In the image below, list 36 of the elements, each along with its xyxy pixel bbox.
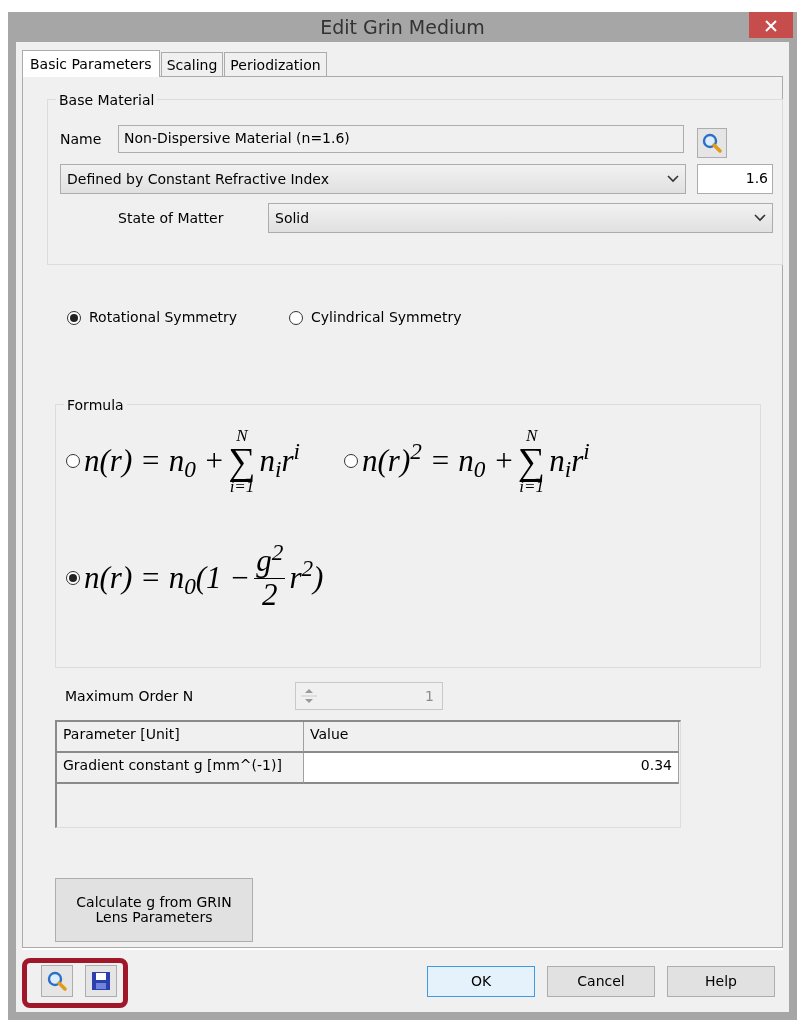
search-button[interactable] <box>41 965 73 997</box>
dialog-button[interactable]: Help <box>667 965 775 997</box>
dialog-button[interactable]: Cancel <box>547 965 655 997</box>
name-field[interactable]: Non-Dispersive Material (n=1.6) <box>118 125 684 153</box>
save-icon <box>91 971 111 991</box>
dialog-button[interactable]: OK <box>427 965 535 997</box>
table-cell[interactable]: 0.34 <box>304 753 679 784</box>
radio-label: Rotational Symmetry <box>89 308 238 327</box>
field-label: Name <box>60 129 103 149</box>
index-field[interactable]: 1.6 <box>697 164 773 194</box>
field-label: State of Matter <box>118 208 225 228</box>
definition-dropdown[interactable]: Defined by Constant Refractive Index <box>60 164 686 194</box>
search-icon <box>46 970 68 992</box>
calculate-button[interactable]: Calculate g from GRIN Lens Parameters <box>55 878 253 942</box>
radio-button[interactable] <box>289 310 304 325</box>
radio-button[interactable] <box>67 310 81 325</box>
window-title: Edit Grin Medium <box>320 14 485 40</box>
field-label: Maximum Order N <box>65 686 195 706</box>
close-button[interactable] <box>749 12 793 38</box>
tab[interactable]: Scaling <box>160 52 224 76</box>
column-header: Parameter [Unit] <box>57 722 304 753</box>
chevron-icon <box>667 175 679 183</box>
formula: n(r)$^{2}$ = n$_{0}$ + N ∑ i=1 n$_{i}$r$^{i}$ <box>362 427 590 496</box>
tab[interactable]: Periodization <box>224 52 327 76</box>
save-button[interactable] <box>85 965 117 997</box>
state-dropdown[interactable]: Solid <box>268 203 773 233</box>
search-icon <box>701 132 723 154</box>
radio-button[interactable] <box>344 454 359 469</box>
radio-button[interactable] <box>66 454 80 469</box>
close-icon <box>765 19 777 32</box>
tab[interactable]: Basic Parameters <box>22 50 160 77</box>
search-button[interactable] <box>697 128 727 158</box>
radio-label: Cylindrical Symmetry <box>311 308 462 327</box>
radio-button[interactable] <box>66 571 80 586</box>
chevron-icon <box>754 214 766 222</box>
spinner-value: 1 <box>425 686 435 706</box>
